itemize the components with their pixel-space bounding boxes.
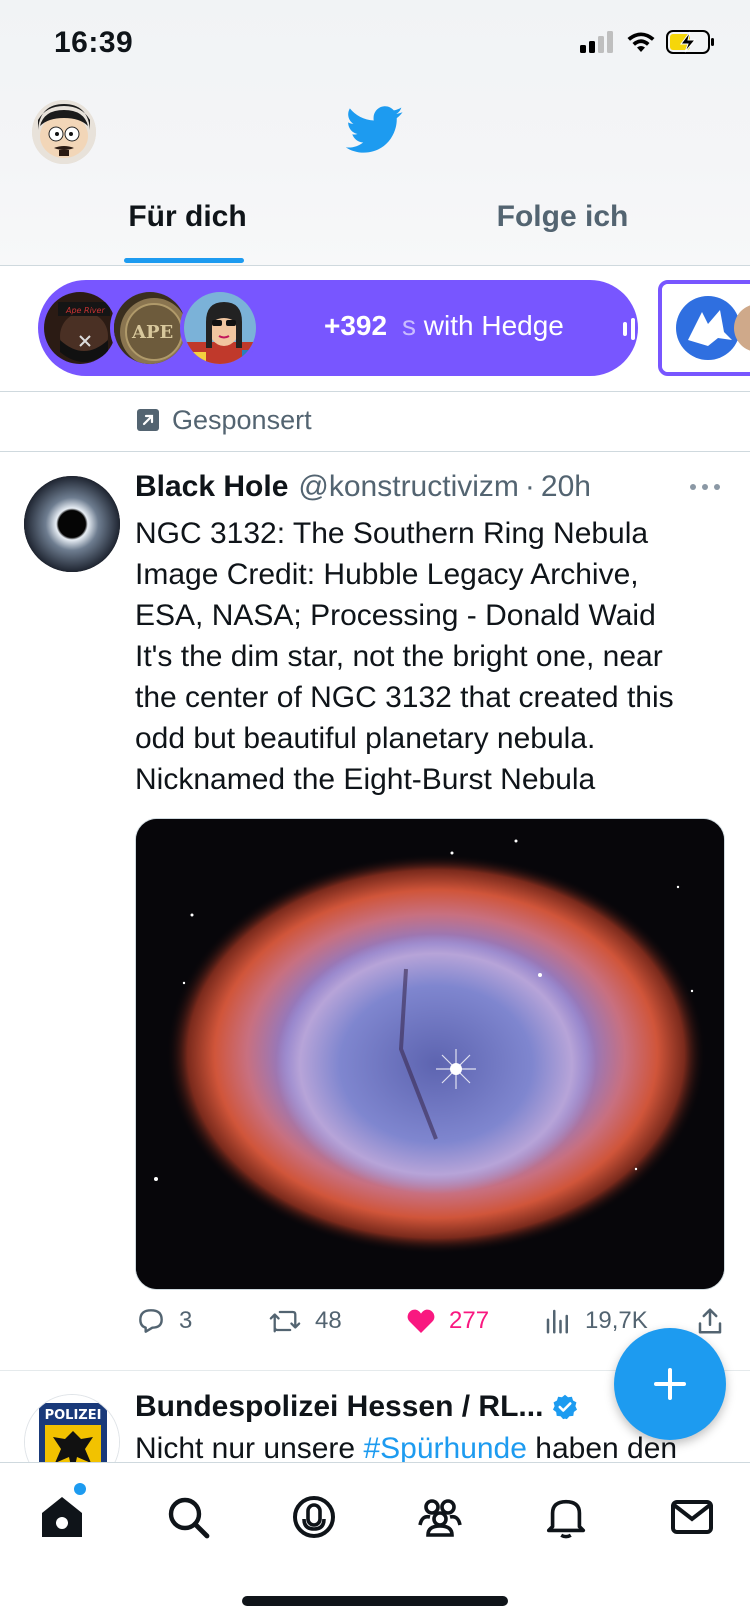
- nav-spaces[interactable]: [284, 1487, 344, 1547]
- twitter-bird-icon: [345, 106, 404, 156]
- divider: [0, 391, 750, 392]
- retweet-icon: [269, 1310, 301, 1333]
- spaces-strip: Ape River APE +392 s with Hedge: [0, 266, 750, 392]
- wolf-space-icon: [662, 284, 750, 372]
- tweet2-text-before: Nicht nur unsere: [135, 1432, 364, 1465]
- tweet2-author-name[interactable]: Bundespolizei Hessen / RL...: [135, 1390, 543, 1424]
- status-time: 16:39: [54, 26, 134, 59]
- tweet-media-image[interactable]: [135, 818, 725, 1290]
- tweet-time: 20h: [540, 470, 591, 503]
- active-tab-indicator: [124, 258, 244, 263]
- home-icon: [42, 1497, 82, 1537]
- like-button[interactable]: 277: [405, 1305, 489, 1337]
- messages-icon: [671, 1500, 713, 1534]
- black-hole-avatar-icon: [24, 476, 120, 572]
- nebula-image: [136, 819, 724, 1289]
- tweet-author-name[interactable]: Black Hole: [135, 470, 288, 504]
- profile-avatar-icon: [32, 100, 96, 164]
- space-title: s with Hedge: [402, 310, 564, 342]
- more-dots-icon[interactable]: [690, 484, 720, 490]
- hashtag-link[interactable]: #Spürhunde: [363, 1432, 526, 1465]
- views-count: 19,7K: [585, 1307, 648, 1334]
- profile-avatar[interactable]: [32, 100, 96, 164]
- reply-icon: [139, 1309, 163, 1333]
- space-listener-avatar: [180, 288, 260, 368]
- next-space-card[interactable]: [658, 280, 750, 376]
- tweet-text-line: the center of NGC 3132 that created this: [135, 681, 674, 714]
- verified-badge-icon: [553, 1394, 578, 1420]
- search-icon: [168, 1497, 210, 1539]
- tweet2-header: Bundespolizei Hessen / RL...: [135, 1390, 579, 1424]
- tweet-text-line: Image Credit: Hubble Legacy Archive,: [135, 558, 639, 591]
- views-button[interactable]: 19,7K: [543, 1305, 648, 1337]
- space-listener-count: +392: [324, 310, 388, 341]
- live-audio-bars-icon: [623, 318, 643, 340]
- space-title-dim: s: [402, 310, 416, 341]
- share-icon: [698, 1308, 722, 1334]
- spaces-icon: [293, 1496, 335, 1538]
- tweet-author-avatar[interactable]: [24, 476, 120, 572]
- heart-filled-icon: [407, 1309, 435, 1333]
- notifications-icon: [546, 1499, 586, 1539]
- space-listener-avatar: Ape River: [40, 288, 120, 368]
- svg-text:APE: APE: [131, 322, 173, 343]
- sponsored-label: Gesponsert: [136, 392, 312, 448]
- status-bar: 16:39: [0, 0, 750, 90]
- tab-folge-ich-label: Folge ich: [496, 200, 629, 233]
- communities-icon: [418, 1499, 462, 1537]
- tab-fuer-dich-label: Für dich: [128, 200, 247, 233]
- space-title-text: with Hedge: [423, 310, 564, 341]
- tweet-author-handle[interactable]: @konstructivizm: [298, 470, 519, 504]
- tweet-text: NGC 3132: The Southern Ring Nebula Image…: [135, 513, 735, 800]
- nav-search[interactable]: [158, 1487, 218, 1547]
- like-count: 277: [449, 1307, 490, 1334]
- share-button[interactable]: [695, 1305, 725, 1337]
- retweet-button[interactable]: 48: [267, 1305, 342, 1337]
- svg-text:Ape River: Ape River: [65, 306, 105, 315]
- timeline-tabs: Für dich Folge ich: [0, 190, 750, 266]
- tweet-text-line: odd but beautiful planetary nebula.: [135, 722, 596, 755]
- reply-button[interactable]: 3: [135, 1305, 192, 1337]
- tweet-text-line: NGC 3132: The Southern Ring Nebula: [135, 517, 649, 550]
- views-chart-icon: [546, 1309, 568, 1334]
- divider: [0, 451, 750, 452]
- home-indicator: [242, 1596, 508, 1606]
- nav-communities[interactable]: [410, 1487, 470, 1547]
- tweet-header: Black Hole @konstructivizm · 20h: [135, 470, 591, 504]
- tweet-separator: ·: [524, 470, 535, 503]
- signal-icon: [580, 31, 613, 53]
- battery-charging-icon: [666, 30, 714, 54]
- tweet-text-line: Nicknamed the Eight-Burst Nebula: [135, 763, 596, 796]
- plus-icon: [654, 1368, 686, 1400]
- new-posts-indicator: [74, 1483, 86, 1495]
- sponsored-text: Gesponsert: [172, 404, 312, 435]
- tweet-text-line: It's the dim star, not the bright one, n…: [135, 640, 663, 673]
- retweet-count: 48: [315, 1307, 342, 1334]
- police-badge-text: POLIZEI: [45, 1408, 102, 1423]
- promoted-arrow-icon: [137, 409, 159, 431]
- space-card[interactable]: Ape River APE +392 s with Hedge: [38, 280, 643, 376]
- compose-tweet-button[interactable]: [614, 1328, 726, 1440]
- tweet-text-line: ESA, NASA; Processing - Donald Waid: [135, 599, 656, 632]
- tab-folge-ich[interactable]: Folge ich: [375, 190, 750, 266]
- space-listener-avatar: APE: [110, 288, 190, 368]
- nav-home[interactable]: [32, 1487, 92, 1547]
- reply-count: 3: [179, 1307, 193, 1334]
- nav-notifications[interactable]: [536, 1487, 596, 1547]
- tab-fuer-dich[interactable]: Für dich: [0, 190, 375, 266]
- tweet2-text: Nicht nur unsere #Spürhunde haben den: [135, 1432, 677, 1466]
- nav-messages[interactable]: [662, 1487, 722, 1547]
- wifi-icon: [627, 32, 655, 52]
